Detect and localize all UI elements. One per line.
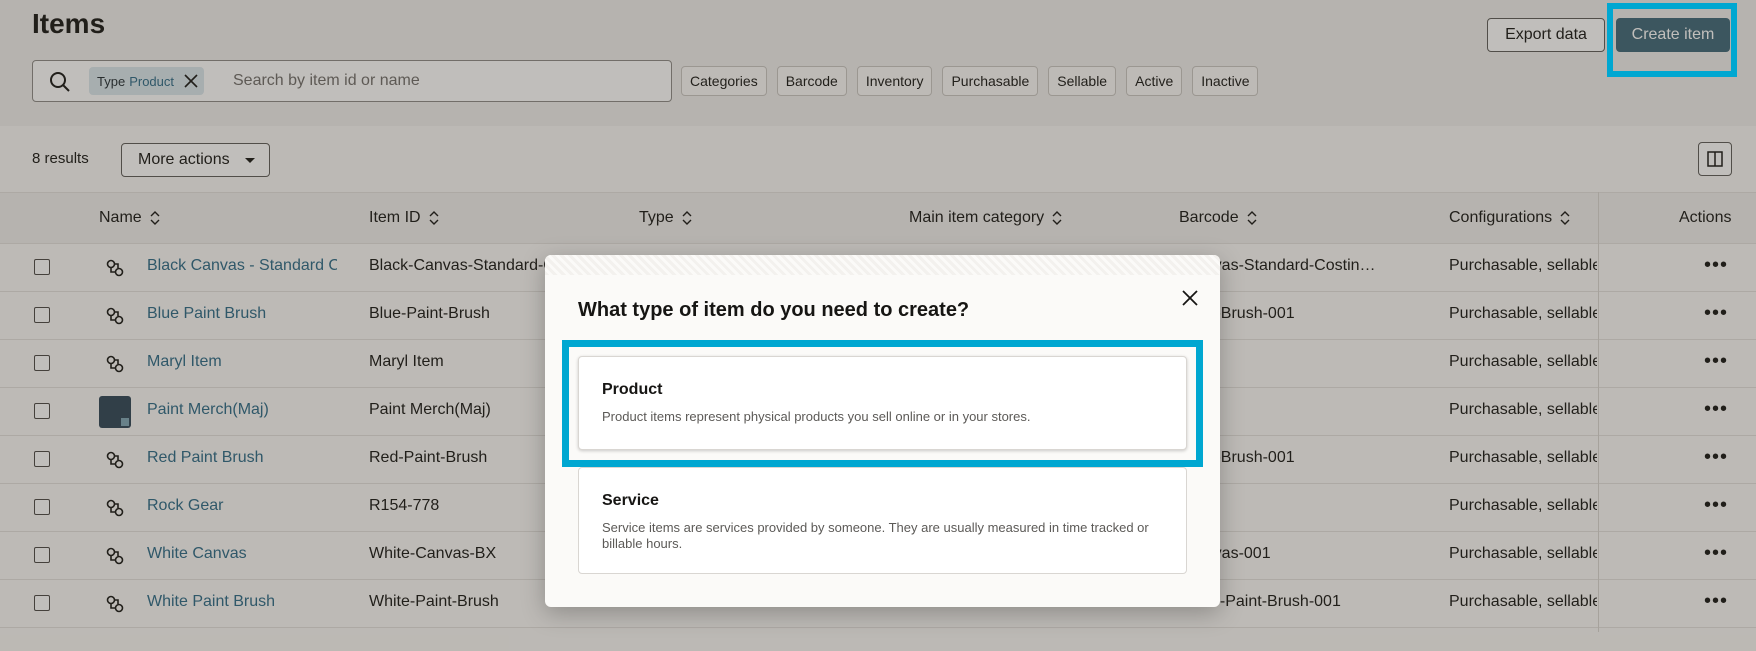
dialog-title: What type of item do you need to create? <box>578 299 970 321</box>
items-page: Items Type Product Categories Barcode In… <box>0 0 1756 651</box>
service-option-card[interactable]: Service Service items are services provi… <box>578 467 1187 574</box>
dialog-header-texture <box>545 255 1220 275</box>
option-description: Service items are services provided by s… <box>602 520 1149 551</box>
option-title: Service <box>602 492 659 509</box>
create-item-highlight <box>1607 3 1737 77</box>
close-icon[interactable] <box>1181 289 1199 307</box>
product-option-highlight <box>562 340 1203 467</box>
